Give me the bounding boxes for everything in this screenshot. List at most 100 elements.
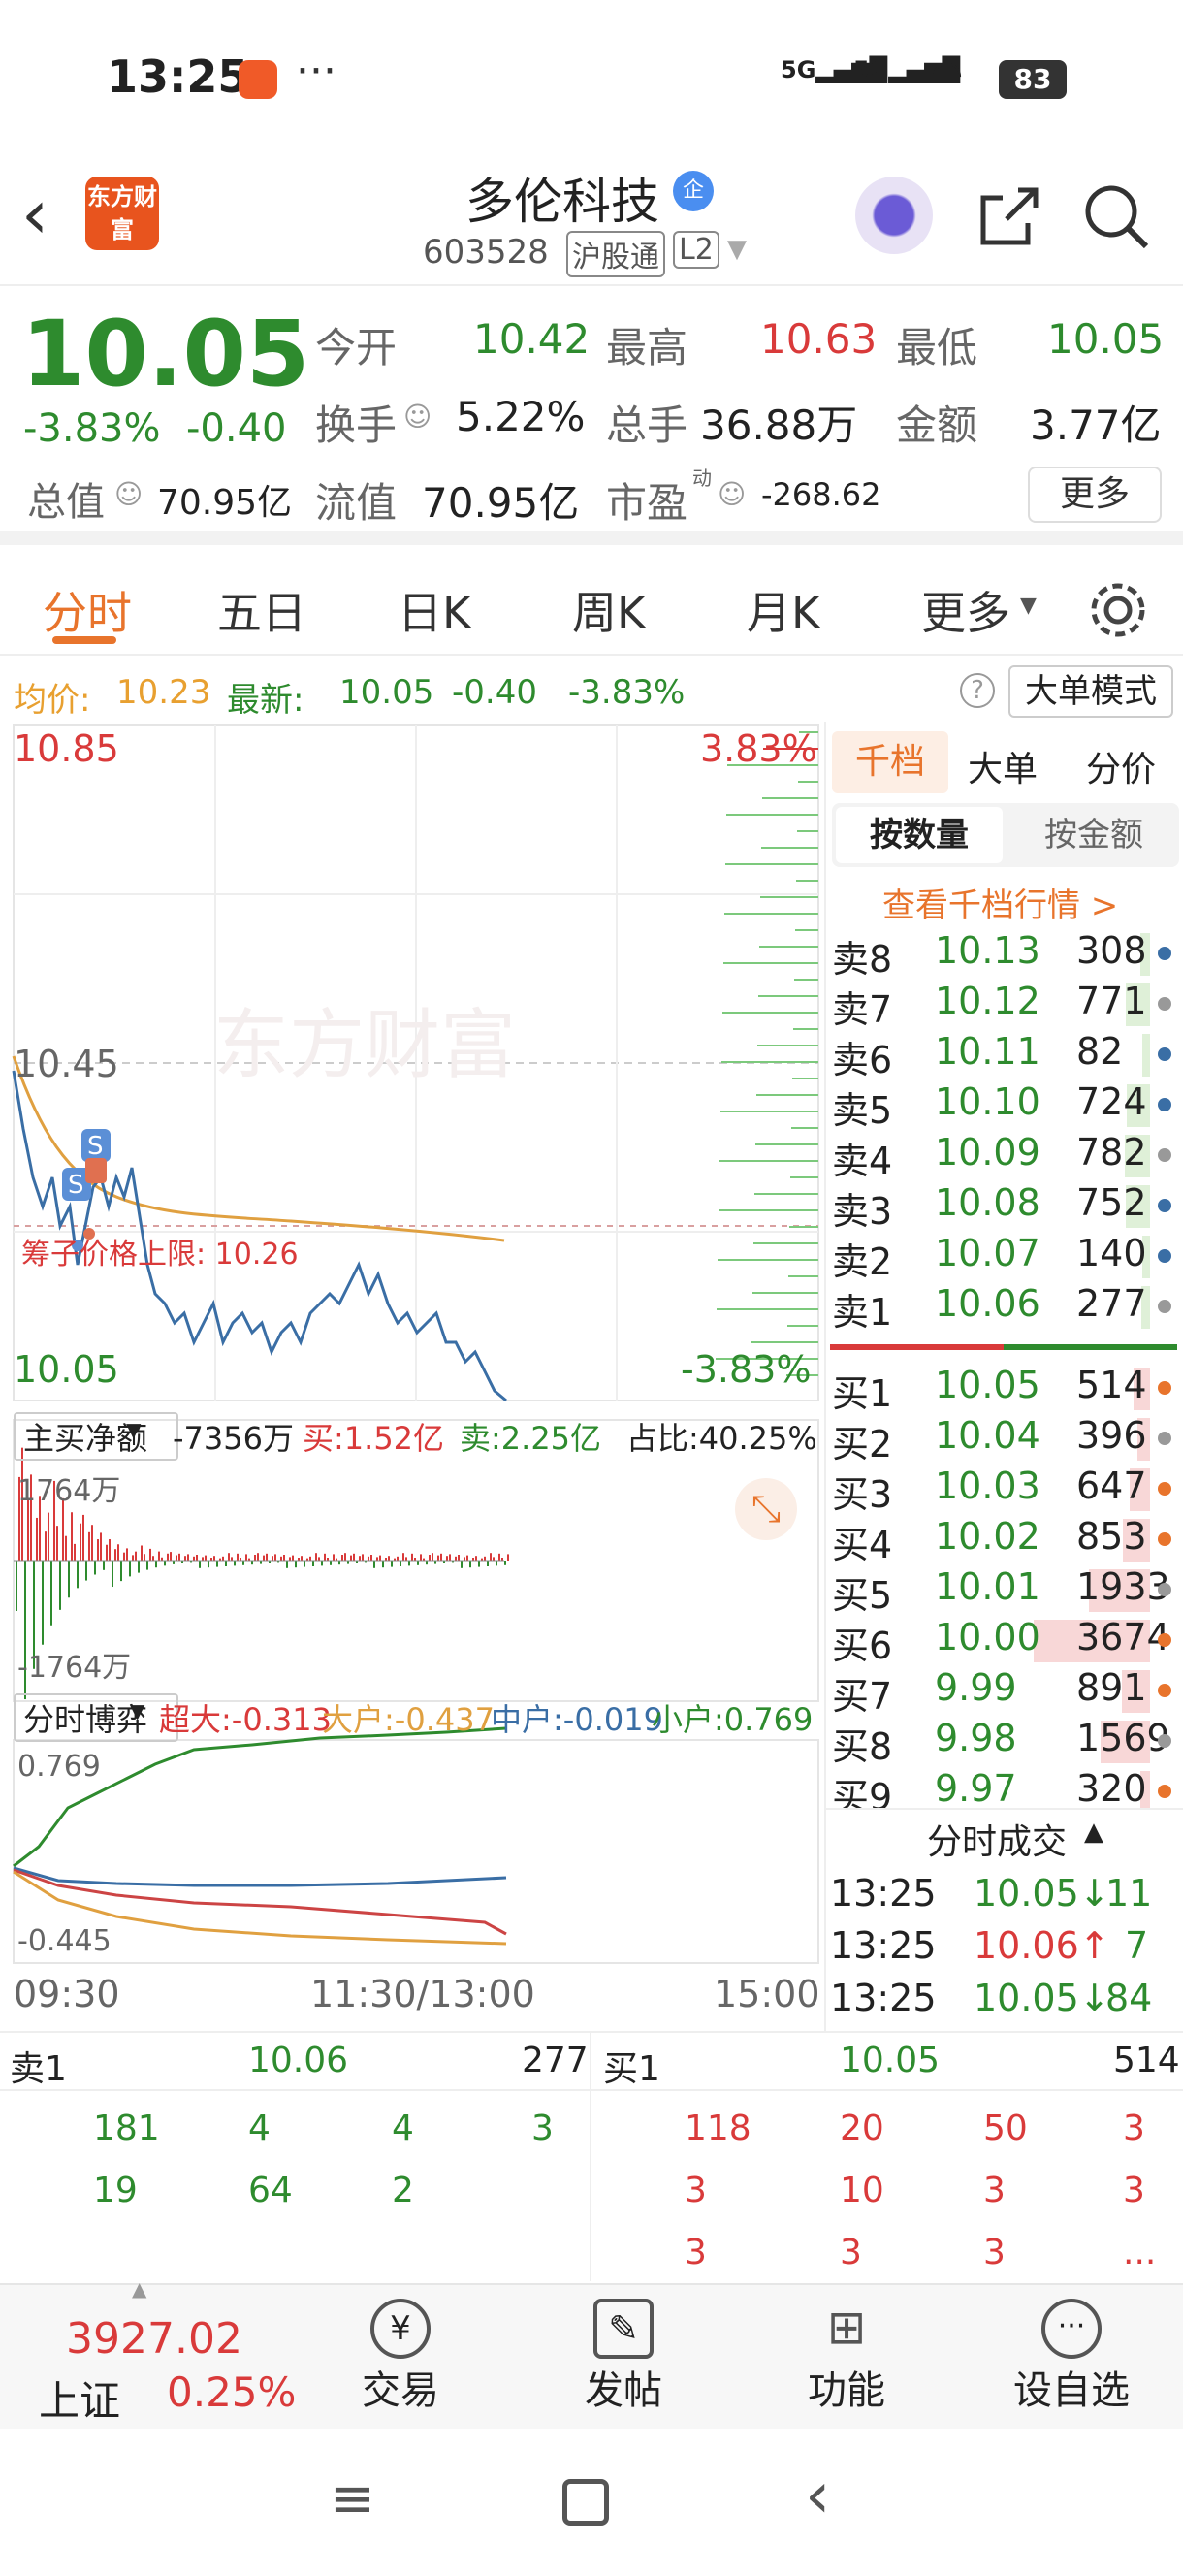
tab-level-depth[interactable]: 千档 [832,731,948,793]
stock-header: ‹ 东方财富 多伦科技 企 603528 沪股通 L2 ▼ [0,155,1183,286]
amount-value: 3.77亿 [1030,402,1162,449]
level-price: 10.13 [935,929,1040,972]
tab-five-day[interactable]: 五日 [217,578,306,642]
order-queue: 卖1 10.06 277 买1 10.05 514 181 4 4 3 19 64 2 11… [0,2031,1183,2281]
help-icon[interactable]: ? [960,673,995,708]
tab-monthly-k[interactable]: 月K [747,578,820,642]
menu-icon[interactable]: ≡ [330,2467,375,2530]
post-button[interactable]: ✎ 发帖 [562,2299,685,2415]
flow-bar [56,1526,58,1561]
trade-label: 交易 [362,2368,439,2413]
queue-order: 3 [531,2109,554,2148]
level-price: 10.02 [935,1515,1040,1558]
big-order-mode-button[interactable]: 大单模式 [1008,665,1173,718]
queue-order: 3 [840,2233,862,2272]
tab-weekly-k[interactable]: 周K [572,578,646,642]
queue-divider [590,2033,592,2281]
depth-bars [716,731,818,1376]
search-icon[interactable] [1078,178,1156,256]
caret-up-icon: ▲ [132,2277,147,2301]
level-label: 卖2 [832,1240,893,1283]
time-close: 15:00 [714,1973,820,2015]
tab-big-order[interactable]: 大单 [968,741,1038,791]
flow-bar [466,1555,468,1561]
spread-divider [830,1344,1177,1350]
depth-bar [755,1143,818,1145]
turnover-value: 5.22% [456,393,586,440]
depth-bar [720,1111,818,1112]
flow-bar [36,1517,38,1561]
function-button[interactable]: ⊞ 功能 [785,2299,908,2415]
tab-more[interactable]: 更多 [921,578,1010,642]
flow-bar [80,1523,81,1561]
sub-tab-by-amount[interactable]: 按金额 [1016,807,1171,863]
view-depth-link[interactable]: 查看千档行情 > [882,879,1118,926]
flow-bar [341,1555,343,1561]
active-tab-indicator [52,636,116,644]
flow-bar [59,1561,61,1610]
level-label: 卖5 [832,1089,893,1132]
trade-button[interactable]: ¥ 交易 [339,2299,462,2415]
level-dot [1158,1432,1171,1445]
home-icon[interactable] [562,2479,609,2526]
depth-bar [752,1292,818,1294]
queue-order: 20 [840,2109,884,2148]
flow-bar [71,1512,73,1561]
depth-bar [790,1176,818,1178]
flow-bar [475,1556,477,1561]
game-selector[interactable]: 分时博弈 [14,1693,179,1742]
open-label: 今开 [315,324,398,371]
level-price: 9.99 [935,1666,1017,1709]
add-watchlist-button[interactable]: ··· 设自选 [999,2299,1144,2415]
avg-value: 10.23 [116,673,211,712]
queue-order: 3 [1123,2171,1145,2210]
sub-tab-by-volume[interactable]: 按数量 [836,807,1003,863]
flow-bar [263,1555,265,1561]
flow-bar [205,1555,207,1561]
depth-bar [797,830,818,832]
flow-bar [114,1549,116,1561]
flow-bar [228,1553,230,1561]
back-icon[interactable]: ‹ [21,175,48,254]
back-nav-icon[interactable]: ‹ [805,2458,830,2532]
expand-icon[interactable]: ⤡ [735,1478,797,1540]
tab-daily-k[interactable]: 日K [398,578,471,642]
depth-bar [726,814,818,816]
flow-bar [77,1561,79,1589]
more-button[interactable]: 更多 [1028,467,1162,523]
level-dot [1158,997,1171,1011]
dropdown-icon[interactable]: ▼ [727,235,747,264]
settings-icon[interactable] [1084,576,1152,644]
edit-icon: ✎ [593,2299,654,2359]
quote-panel: 10.05 -3.83% -0.40 今开 10.42 最高 10.63 最低 … [0,288,1183,545]
latest-change: -0.40 [452,673,537,712]
flow-bar [164,1561,166,1566]
info-icon[interactable]: ☺ [114,478,143,510]
flow-bar [382,1561,384,1568]
level-label: 卖6 [832,1039,893,1081]
flow-bar [429,1555,431,1561]
queue-buy-volume: 514 [1113,2041,1180,2080]
assistant-avatar[interactable] [855,177,933,254]
tab-price-dist[interactable]: 分价 [1086,741,1156,791]
flow-bar [274,1554,276,1561]
level-price: 10.03 [935,1465,1040,1507]
flow-bar [74,1543,76,1561]
tab-intraday[interactable]: 分时 [43,578,132,642]
level-dot [1158,947,1171,960]
flow-net: -7356万 [173,1420,294,1457]
info-icon[interactable]: ☺ [403,401,432,433]
depth-bar [721,1061,818,1063]
flow-bar [434,1561,436,1564]
level-volume: 82 [1076,1030,1124,1073]
share-icon[interactable] [970,178,1047,256]
index-value[interactable]: 3927.02 [66,2314,242,2364]
flow-bar [324,1553,326,1561]
level-dot [1158,1785,1171,1798]
flow-bar [318,1557,320,1561]
last-price: 10.05 [21,302,310,407]
index-name: 上证 [39,2377,121,2425]
queue-order: 2 [392,2171,414,2210]
info-icon[interactable]: ☺ [718,478,746,510]
flow-selector[interactable]: 主买净额 [14,1412,179,1461]
